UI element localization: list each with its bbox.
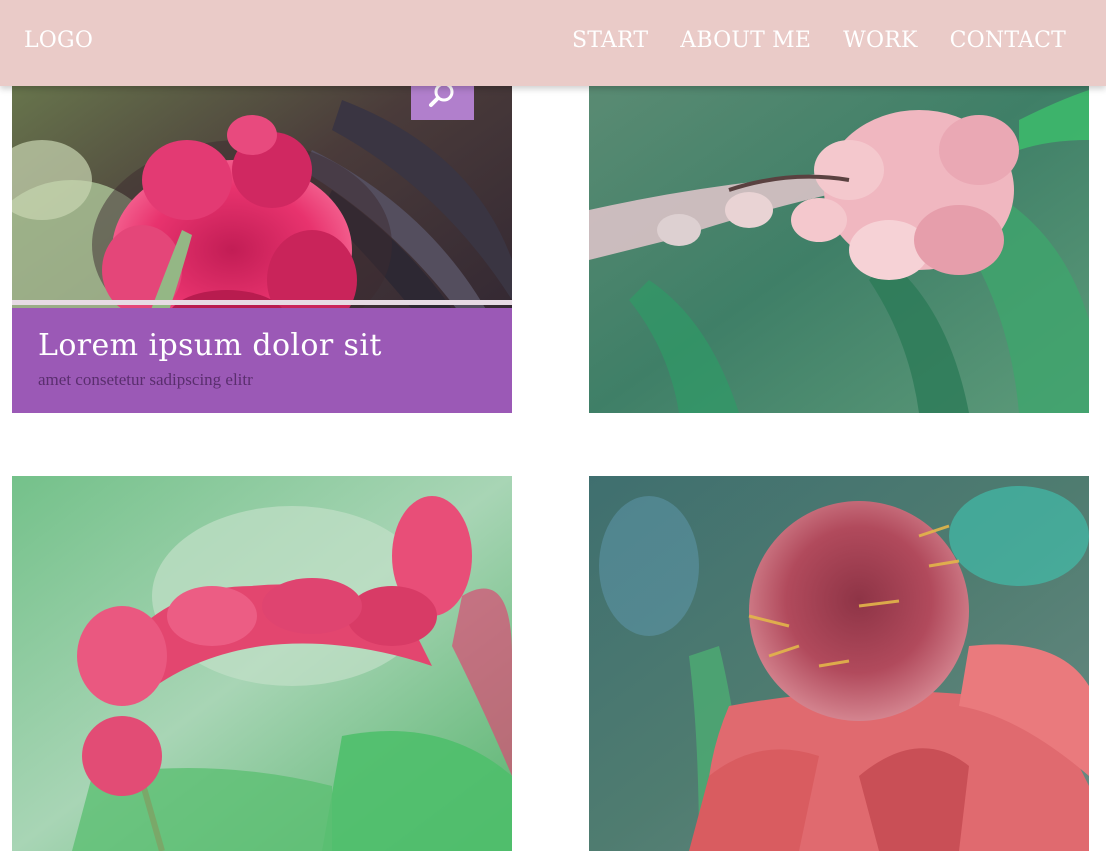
search-icon: [428, 82, 458, 116]
featured-caption[interactable]: Lorem ipsum dolor sit amet consetetur sa…: [12, 308, 512, 413]
logo-link[interactable]: LOGO: [24, 28, 93, 53]
torch-ginger-photo: [589, 476, 1089, 851]
gallery-item-3[interactable]: [12, 476, 512, 851]
pink-ginger-flower-photo: [589, 60, 1089, 413]
nav-about-me[interactable]: ABOUT ME: [680, 28, 811, 53]
search-button[interactable]: [411, 82, 474, 120]
main-nav: START ABOUT ME WORK CONTACT: [572, 28, 1066, 53]
gallery-item-4[interactable]: [589, 476, 1089, 851]
page: LOGO START ABOUT ME WORK CONTACT Lorem i…: [0, 0, 1106, 861]
gallery-item-2[interactable]: [589, 60, 1089, 413]
nav-start[interactable]: START: [572, 28, 648, 53]
caption-subtitle: amet consetetur sadipscing elitr: [38, 370, 253, 389]
nav-work[interactable]: WORK: [843, 28, 917, 53]
nav-contact[interactable]: CONTACT: [950, 28, 1066, 53]
red-ginger-stem-photo: [12, 476, 512, 851]
site-header: LOGO START ABOUT ME WORK CONTACT: [0, 0, 1106, 86]
caption-title: Lorem ipsum dolor sit: [38, 328, 382, 363]
